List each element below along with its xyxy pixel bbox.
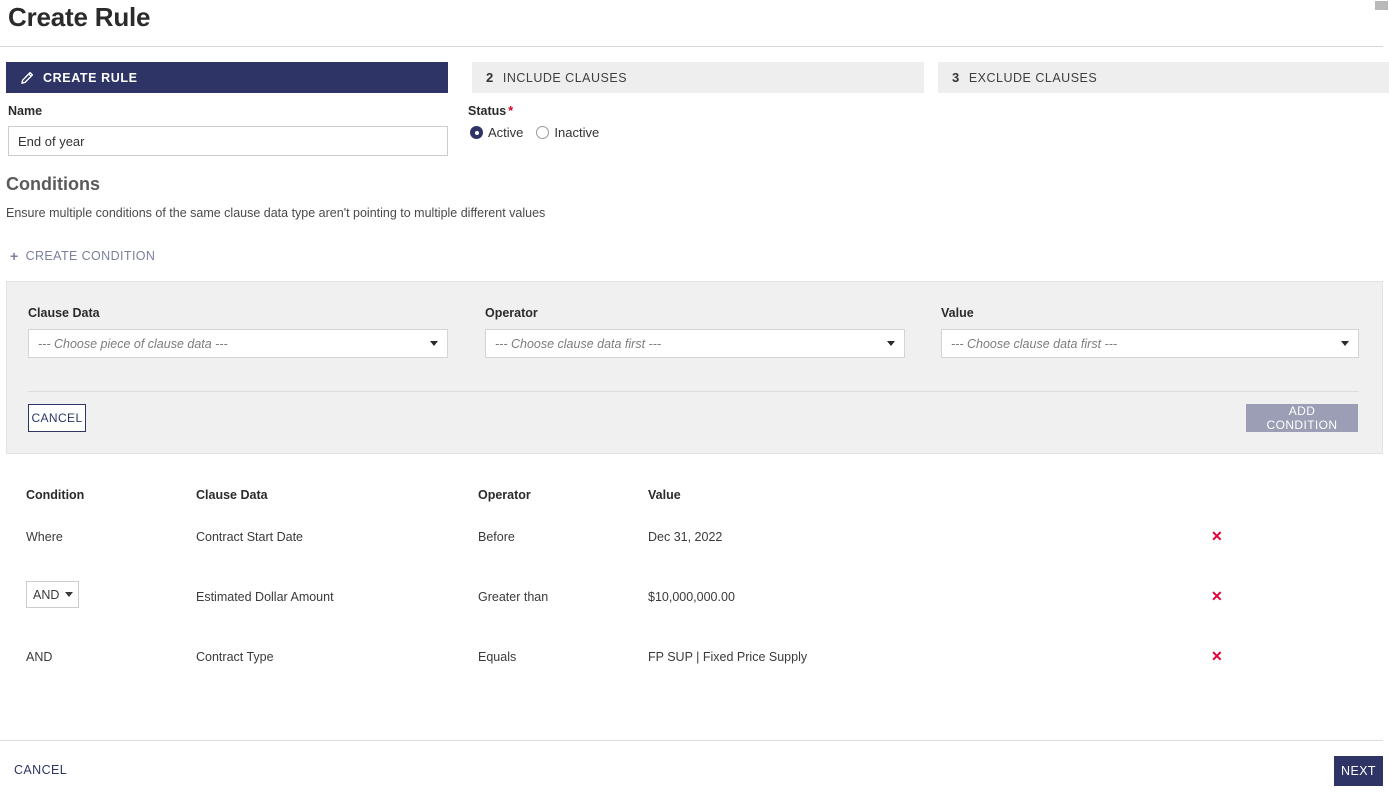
operator-select-value: --- Choose clause data first --- (495, 336, 662, 351)
status-label-text: Status (468, 104, 507, 118)
table-header-row: Condition Clause Data Operator Value (0, 470, 1389, 518)
value-select[interactable]: --- Choose clause data first --- (941, 329, 1359, 358)
chevron-down-icon (887, 341, 895, 346)
condition-builder-panel: Clause Data --- Choose piece of clause d… (6, 281, 1383, 454)
builder-divider (28, 391, 1359, 392)
operator-label: Operator (485, 306, 538, 320)
create-rule-page: Create Rule CREATE RULE 2 INCLUDE CLAUSE… (0, 0, 1389, 797)
status-radio-inactive-label: Inactive (554, 125, 600, 140)
condition-connector-value: AND (33, 587, 60, 602)
table-header-operator: Operator (478, 488, 531, 502)
condition-clause-data: Contract Type (196, 650, 274, 664)
delete-condition-icon[interactable]: ✕ (1211, 648, 1223, 664)
step-tab-exclude-clauses-label: EXCLUDE CLAUSES (968, 70, 1098, 85)
cancel-button[interactable]: CANCEL (14, 763, 67, 777)
status-label: Status * (468, 104, 513, 118)
step-tab-include-clauses[interactable]: 2 INCLUDE CLAUSES (472, 62, 924, 93)
table-header-condition: Condition (26, 488, 85, 502)
table-header-value: Value (648, 488, 681, 502)
add-condition-button[interactable]: ADD CONDITION (1246, 404, 1358, 432)
scroll-up-arrow-icon[interactable] (1375, 1, 1388, 10)
step-tab-create-rule[interactable]: CREATE RULE (6, 62, 448, 93)
value-label: Value (941, 306, 974, 320)
condition-connector: Where (26, 530, 63, 544)
radio-unselected-icon (536, 126, 550, 139)
value-select-value: --- Choose clause data first --- (951, 336, 1118, 351)
page-title: Create Rule (8, 2, 151, 32)
table-row: Where Contract Start Date Before Dec 31,… (0, 518, 1389, 578)
chevron-down-icon (1341, 341, 1349, 346)
status-radio-active[interactable]: Active (470, 125, 523, 140)
condition-value: Dec 31, 2022 (648, 530, 723, 544)
condition-connector-select[interactable]: AND (26, 581, 79, 608)
step-tab-exclude-clauses[interactable]: 3 EXCLUDE CLAUSES (938, 62, 1389, 93)
condition-value: FP SUP | Fixed Price Supply (648, 650, 808, 664)
operator-select[interactable]: --- Choose clause data first --- (485, 329, 905, 358)
create-condition-label: CREATE CONDITION (25, 249, 156, 263)
name-input[interactable] (8, 126, 448, 156)
footer-divider (0, 740, 1383, 741)
condition-value: $10,000,000.00 (648, 590, 735, 604)
conditions-subtitle: Ensure multiple conditions of the same c… (6, 206, 546, 220)
status-radio-inactive[interactable]: Inactive (536, 125, 599, 140)
step-tab-create-rule-label: CREATE RULE (43, 70, 138, 85)
required-asterisk: * (508, 104, 514, 118)
chevron-down-icon (430, 341, 438, 346)
cancel-condition-button[interactable]: CANCEL (28, 404, 86, 432)
header-divider (0, 46, 1383, 47)
delete-condition-icon[interactable]: ✕ (1211, 528, 1223, 544)
chevron-down-icon (65, 592, 74, 597)
conditions-heading: Conditions (6, 174, 100, 194)
table-header-clause-data: Clause Data (196, 488, 268, 502)
step-number-3: 3 (952, 70, 960, 85)
plus-icon: + (10, 248, 19, 264)
name-label: Name (8, 104, 43, 118)
step-tab-include-clauses-label: INCLUDE CLAUSES (502, 70, 628, 85)
condition-operator: Equals (478, 650, 517, 664)
condition-connector: AND (26, 650, 53, 664)
table-row: AND Contract Type Equals FP SUP | Fixed … (0, 638, 1389, 698)
step-number-2: 2 (486, 70, 494, 85)
conditions-table: Condition Clause Data Operator Value Whe… (0, 470, 1389, 698)
delete-condition-icon[interactable]: ✕ (1211, 588, 1223, 604)
rule-edit-icon (20, 71, 34, 85)
create-condition-button[interactable]: + CREATE CONDITION (10, 248, 155, 264)
radio-selected-icon (470, 126, 483, 139)
condition-operator: Greater than (478, 590, 549, 604)
condition-clause-data: Contract Start Date (196, 530, 303, 544)
clause-data-select[interactable]: --- Choose piece of clause data --- (28, 329, 448, 358)
clause-data-label: Clause Data (28, 306, 100, 320)
condition-clause-data: Estimated Dollar Amount (196, 590, 334, 604)
clause-data-select-value: --- Choose piece of clause data --- (38, 336, 228, 351)
next-button[interactable]: NEXT (1334, 756, 1383, 786)
status-radio-active-label: Active (488, 125, 524, 140)
step-tabs: CREATE RULE 2 INCLUDE CLAUSES 3 EXCLUDE … (6, 62, 1389, 93)
status-radio-group: Active Inactive (470, 125, 612, 140)
table-row: AND Estimated Dollar Amount Greater than… (0, 578, 1389, 638)
condition-operator: Before (478, 530, 515, 544)
